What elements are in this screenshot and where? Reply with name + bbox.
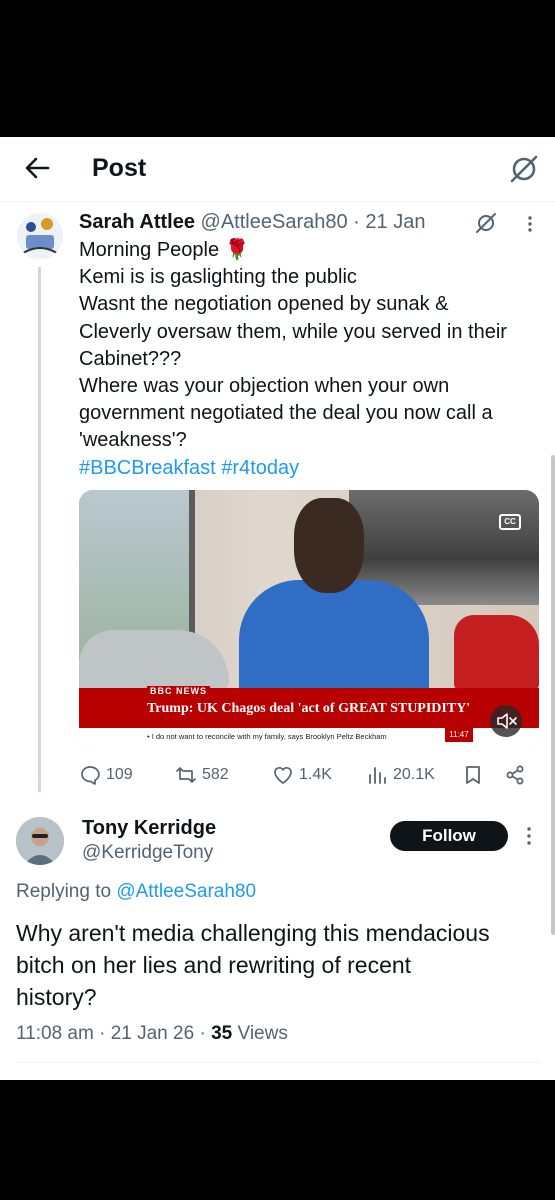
speaker-muted-icon	[497, 713, 517, 729]
more-options-icon[interactable]	[525, 825, 533, 847]
follow-button[interactable]: Follow	[390, 821, 508, 851]
views-chart-icon	[369, 767, 386, 784]
action-bar: 109 582 1.4K 20.1K	[79, 762, 549, 788]
separator-dot: ·	[99, 1023, 111, 1044]
news-headline: Trump: UK Chagos deal 'act of GREAT STUP…	[147, 701, 471, 716]
news-ticker-text: • I do not want to reconcile with my fam…	[147, 732, 387, 741]
avatar[interactable]	[16, 817, 64, 865]
tweet-line-text: Morning People	[79, 239, 220, 261]
thread-line	[38, 267, 41, 792]
top-bar: Post	[0, 137, 555, 202]
rose-emoji-icon: 🌹	[224, 239, 250, 261]
views-label: Views	[237, 1023, 288, 1044]
repost-icon	[176, 767, 196, 783]
reply-line: Why aren't media challenging this mendac…	[16, 920, 490, 946]
news-logo: BBC NEWS	[147, 686, 210, 697]
news-clock: 11:47	[445, 728, 473, 742]
video-car-silver	[79, 630, 229, 690]
tweet-line: government negotiated the deal you now c…	[79, 402, 493, 425]
heart-icon	[274, 766, 292, 784]
more-options-icon[interactable]	[520, 215, 540, 233]
reply-icon	[81, 766, 100, 785]
tweet-line: Cabinet???	[79, 347, 182, 370]
video-person-body	[239, 580, 429, 700]
avatar-illustration-icon	[17, 213, 63, 259]
tweet-text: Morning People 🌹 Kemi is is gaslighting …	[79, 237, 549, 482]
author-handle[interactable]: @AttleeSarah80	[201, 211, 348, 233]
post-metadata: 11:08 am · 21 Jan 26 · 35 Views	[16, 1023, 288, 1045]
views-count: 20.1K	[393, 766, 435, 783]
video-person-head	[294, 498, 364, 593]
closed-captions-icon[interactable]: CC	[499, 514, 521, 530]
page-title: Post	[92, 154, 147, 182]
post-time[interactable]: 11:08 am	[16, 1023, 94, 1044]
post-date[interactable]: 21 Jan 26	[111, 1023, 194, 1044]
tweet-header: Sarah Attlee @AttleeSarah80 · 21 Jan	[79, 211, 425, 234]
repost-count: 582	[202, 766, 229, 783]
tweet-line: Kemi is is gaslighting the public	[79, 266, 357, 289]
grok-icon[interactable]	[474, 211, 498, 235]
share-icon	[506, 765, 524, 785]
reply-button[interactable]: 109	[79, 762, 133, 788]
back-arrow-icon[interactable]	[22, 153, 52, 183]
like-button[interactable]: 1.4K	[272, 762, 332, 788]
reply-text: Why aren't media challenging this mendac…	[16, 917, 546, 1013]
replying-prefix: Replying to	[16, 881, 112, 902]
separator-dot: ·	[353, 211, 360, 233]
reply-count: 109	[106, 766, 133, 783]
video-car-red	[454, 615, 539, 690]
share-button[interactable]	[504, 762, 531, 788]
author-name[interactable]: Sarah Attlee	[79, 211, 195, 233]
author-handle[interactable]: @KerridgeTony	[82, 842, 213, 864]
author-name[interactable]: Tony Kerridge	[82, 817, 216, 840]
tweet-line: Cleverly oversaw them, while you served …	[79, 320, 507, 343]
post-screen: Post Sarah Attlee @AttleeSarah80 · 21 Ja…	[0, 137, 555, 1080]
separator-dot: ·	[199, 1023, 212, 1044]
tweet-line: Wasnt the negotiation opened by sunak &	[79, 293, 449, 316]
divider	[16, 1062, 540, 1063]
tweet-line: 'weakness'?	[79, 429, 187, 452]
bookmark-icon	[466, 766, 480, 784]
tweet-line: Morning People 🌹	[79, 237, 549, 264]
tweet-date[interactable]: 21 Jan	[365, 211, 425, 233]
tweet-line: Where was your objection when your own	[79, 375, 450, 398]
views-button[interactable]: 20.1K	[366, 762, 435, 788]
avatar-photo-icon	[16, 817, 64, 865]
reply-line: bitch on her lies and rewriting of recen…	[16, 952, 412, 978]
like-count: 1.4K	[299, 766, 332, 783]
views-count: 35	[211, 1023, 233, 1044]
replying-to: Replying to @AttleeSarah80	[16, 881, 256, 903]
hashtags-link[interactable]: #BBCBreakfast #r4today	[79, 455, 549, 482]
repost-button[interactable]: 582	[175, 762, 229, 788]
replying-handle-link[interactable]: @AttleeSarah80	[116, 881, 256, 902]
avatar[interactable]	[17, 213, 63, 259]
reply-line: history?	[16, 984, 97, 1010]
mute-button[interactable]	[490, 705, 522, 737]
bookmark-button[interactable]	[462, 762, 489, 788]
video-thumbnail[interactable]: CC BBC NEWS Trump: UK Chagos deal 'act o…	[79, 490, 539, 748]
grok-icon[interactable]	[507, 152, 541, 186]
scrollbar[interactable]	[551, 455, 555, 935]
